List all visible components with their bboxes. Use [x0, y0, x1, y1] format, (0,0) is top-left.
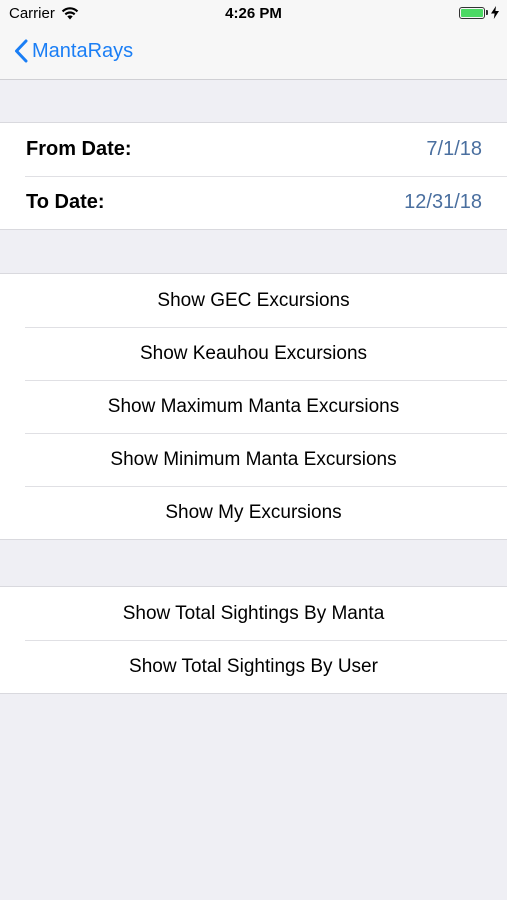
battery-icon — [459, 6, 485, 19]
show-total-sightings-by-user-button[interactable]: Show Total Sightings By User — [0, 640, 507, 693]
from-date-label: From Date: — [26, 138, 132, 160]
to-date-label: To Date: — [26, 191, 105, 213]
navigation-bar: MantaRays — [0, 27, 507, 80]
chevron-left-icon — [15, 39, 28, 63]
show-maximum-manta-excursions-button[interactable]: Show Maximum Manta Excursions — [0, 380, 507, 433]
charging-bolt-icon — [491, 6, 499, 19]
battery-cap — [486, 10, 488, 15]
from-date-value[interactable]: 7/1/18 — [426, 138, 482, 161]
show-my-excursions-button[interactable]: Show My Excursions — [0, 486, 507, 539]
to-date-value[interactable]: 12/31/18 — [404, 191, 482, 214]
show-keauhou-excursions-button[interactable]: Show Keauhou Excursions — [0, 327, 507, 380]
status-bar: Carrier 4:26 PM — [0, 0, 507, 27]
sightings-section: Show Total Sightings By Manta Show Total… — [0, 586, 507, 694]
status-right — [459, 6, 499, 19]
show-gec-excursions-button[interactable]: Show GEC Excursions — [0, 274, 507, 327]
to-date-row[interactable]: To Date: 12/31/18 — [0, 176, 507, 229]
date-range-section: From Date: 7/1/18 To Date: 12/31/18 — [0, 122, 507, 230]
excursions-section: Show GEC Excursions Show Keauhou Excursi… — [0, 273, 507, 540]
from-date-row[interactable]: From Date: 7/1/18 — [0, 123, 507, 176]
status-time: 4:26 PM — [225, 5, 282, 22]
show-minimum-manta-excursions-button[interactable]: Show Minimum Manta Excursions — [0, 433, 507, 486]
back-button[interactable]: MantaRays — [14, 39, 133, 63]
show-total-sightings-by-manta-button[interactable]: Show Total Sightings By Manta — [0, 587, 507, 640]
back-button-label: MantaRays — [32, 39, 134, 62]
battery-fill — [461, 8, 483, 17]
